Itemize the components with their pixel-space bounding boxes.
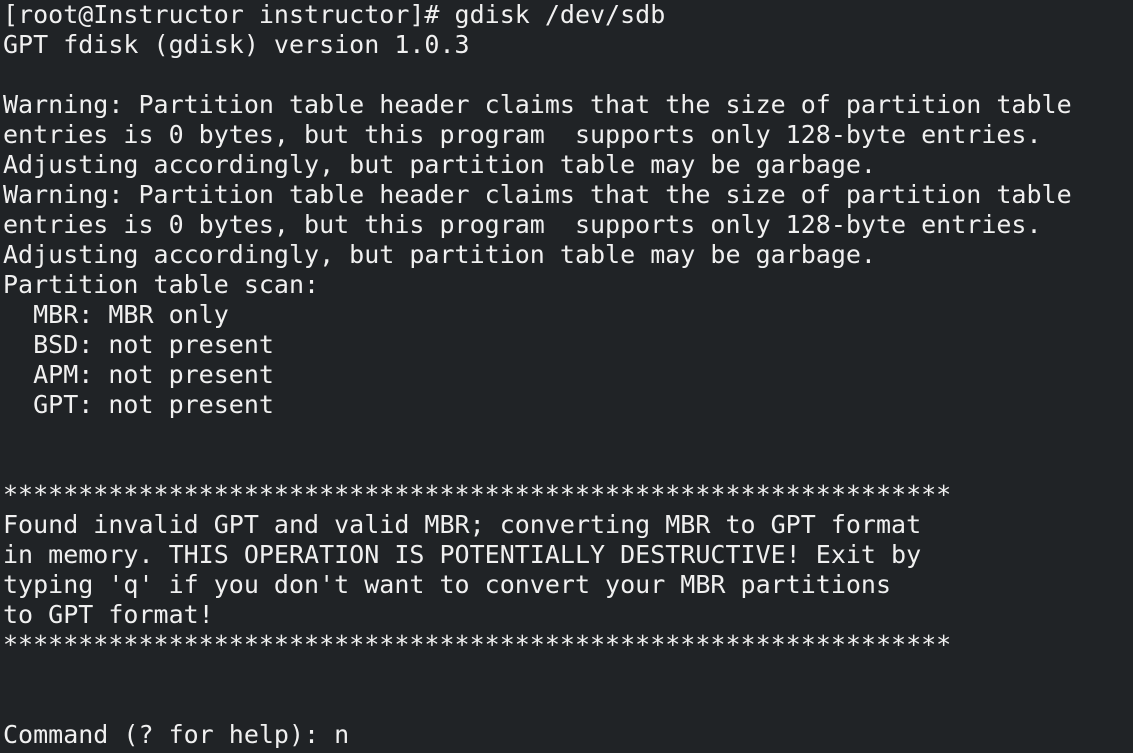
warning-adjust-line: Adjusting accordingly, but partition tab… [3,150,876,179]
warning-detail-line: entries is 0 bytes, but this program sup… [3,210,1042,239]
conversion-warning-line: typing 'q' if you don't want to convert … [3,570,892,599]
warning-detail-line: entries is 0 bytes, but this program sup… [3,120,1042,149]
partition-scan-header: Partition table scan: [3,270,320,299]
scan-result-gpt: GPT: not present [3,390,274,419]
conversion-warning-line: Found invalid GPT and valid MBR; convert… [3,510,922,539]
scan-result-bsd: BSD: not present [3,330,274,359]
conversion-warning-line: to GPT format! [3,600,214,629]
scan-result-apm: APM: not present [3,360,274,389]
warning-adjust-line: Adjusting accordingly, but partition tab… [3,240,876,269]
terminal-window[interactable]: [root@Instructor instructor]# gdisk /dev… [0,0,1133,753]
scan-result-mbr: MBR: MBR only [3,300,229,329]
warning-line: Warning: Partition table header claims t… [3,180,1072,209]
gdisk-version-line: GPT fdisk (gdisk) version 1.0.3 [3,30,470,59]
conversion-warning-line: in memory. THIS OPERATION IS POTENTIALLY… [3,540,922,569]
asterisk-divider: ****************************************… [3,630,952,659]
asterisk-divider: ****************************************… [3,480,952,509]
shell-command-line: [root@Instructor instructor]# gdisk /dev… [3,0,666,29]
command-prompt-line[interactable]: Command (? for help): n [3,720,1133,750]
warning-line: Warning: Partition table header claims t… [3,90,1072,119]
